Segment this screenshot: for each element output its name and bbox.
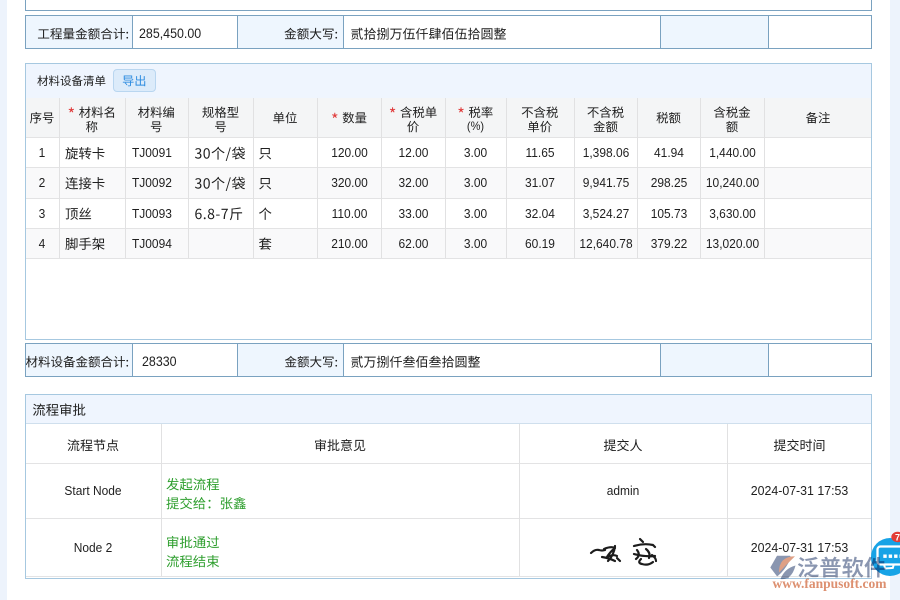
svg-text:7: 7 bbox=[895, 533, 900, 543]
